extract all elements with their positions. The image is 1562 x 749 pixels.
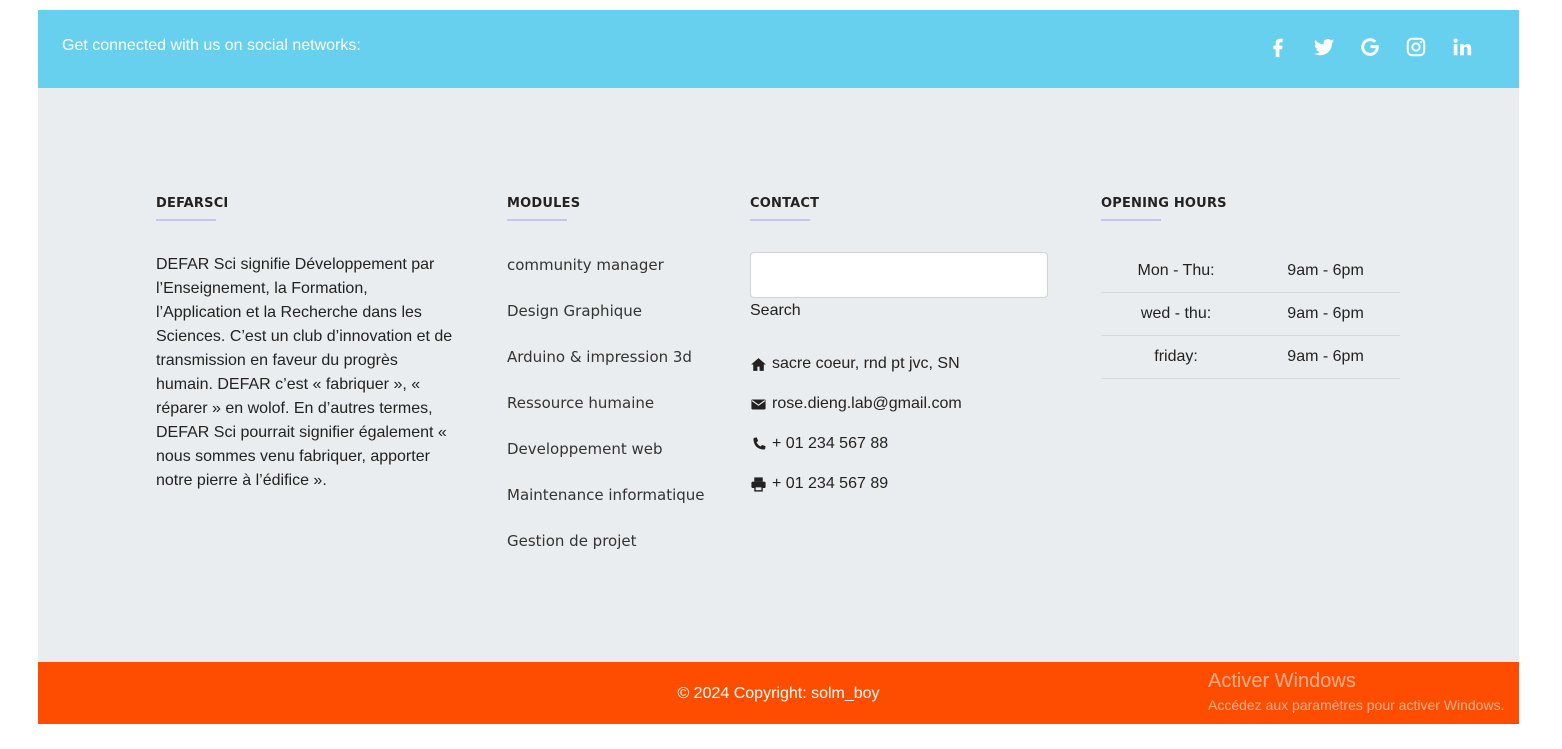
module-link[interactable]: Design Graphique — [507, 299, 705, 345]
module-link[interactable]: Arduino & impression 3d — [507, 345, 705, 391]
hours-day: wed - thu: — [1101, 292, 1252, 336]
hours-day: friday: — [1101, 335, 1252, 379]
phone-text: + 01 234 567 88 — [772, 435, 889, 452]
contact-title: CONTACT — [750, 196, 820, 211]
modules-list: community manager Design Graphique Ardui… — [507, 253, 705, 575]
social-bar: Get connected with us on social networks… — [38, 10, 1519, 88]
about-text: DEFAR Sci signifie Développement par l’E… — [156, 256, 453, 489]
module-link[interactable]: Ressource humaine — [507, 391, 705, 437]
address-text: sacre coeur, rnd pt jvc, SN — [772, 355, 960, 372]
module-link[interactable]: community manager — [507, 253, 705, 299]
about-column: DEFARSCI DEFAR Sci signifie Développemen… — [156, 196, 456, 493]
footer-main: DEFARSCI DEFAR Sci signifie Développemen… — [38, 88, 1519, 662]
watermark-subtitle: Accédez aux paramètres pour activer Wind… — [1208, 697, 1505, 713]
facebook-icon[interactable] — [1267, 36, 1289, 58]
about-title-underline — [156, 219, 216, 221]
print-icon — [751, 477, 766, 492]
contact-column: CONTACT Search sacre coeur, rnd pt jvc, … — [750, 196, 1048, 515]
hours-title-underline — [1101, 219, 1161, 221]
table-row: Mon - Thu: 9am - 6pm — [1101, 250, 1400, 293]
email-row: rose.dieng.lab@gmail.com — [750, 395, 1048, 435]
hours-day: Mon - Thu: — [1101, 250, 1252, 293]
hours-table: Mon - Thu: 9am - 6pm wed - thu: 9am - 6p… — [1101, 250, 1400, 379]
phone-icon — [753, 437, 766, 450]
phone-row: + 01 234 567 88 — [750, 435, 1048, 475]
table-row: friday: 9am - 6pm — [1101, 335, 1400, 379]
modules-title: MODULES — [507, 196, 581, 211]
social-icons — [1267, 36, 1473, 58]
hours-title: OPENING HOURS — [1101, 196, 1227, 211]
hours-column: OPENING HOURS Mon - Thu: 9am - 6pm wed -… — [1101, 196, 1400, 379]
fax-text: + 01 234 567 89 — [772, 475, 889, 492]
hours-time: 9am - 6pm — [1251, 250, 1400, 293]
hours-time: 9am - 6pm — [1251, 335, 1400, 379]
search-button[interactable]: Search — [750, 302, 1048, 322]
module-link[interactable]: Gestion de projet — [507, 529, 705, 575]
table-row: wed - thu: 9am - 6pm — [1101, 292, 1400, 336]
instagram-icon[interactable] — [1405, 36, 1427, 58]
twitter-icon[interactable] — [1313, 36, 1335, 58]
fax-row: + 01 234 567 89 — [750, 475, 1048, 515]
contact-title-underline — [750, 219, 810, 221]
modules-title-underline — [507, 219, 567, 221]
hours-time: 9am - 6pm — [1251, 292, 1400, 336]
module-link[interactable]: Maintenance informatique — [507, 483, 705, 529]
search-input[interactable] — [750, 252, 1048, 298]
home-icon — [751, 358, 766, 371]
linkedin-icon[interactable] — [1451, 36, 1473, 58]
modules-column: MODULES community manager Design Graphiq… — [507, 196, 705, 575]
envelope-icon — [751, 399, 766, 410]
activate-windows-watermark: Activer Windows Accédez aux paramètres p… — [1208, 670, 1504, 713]
social-text: Get connected with us on social networks… — [62, 37, 361, 54]
about-title: DEFARSCI — [156, 196, 229, 211]
address-row: sacre coeur, rnd pt jvc, SN — [750, 355, 1048, 395]
module-link[interactable]: Developpement web — [507, 437, 705, 483]
email-text: rose.dieng.lab@gmail.com — [772, 395, 962, 412]
watermark-title: Activer Windows — [1208, 670, 1356, 692]
google-icon[interactable] — [1359, 36, 1381, 58]
